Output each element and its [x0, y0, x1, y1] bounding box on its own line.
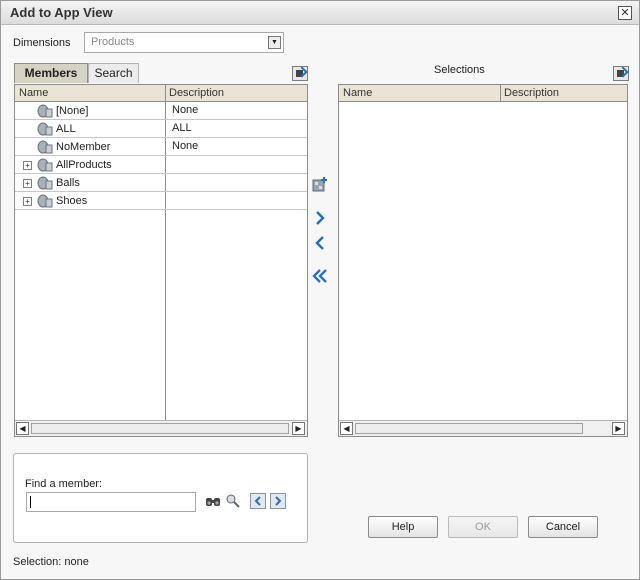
member-icon	[37, 194, 53, 208]
tab-search[interactable]: Search	[88, 63, 139, 83]
selections-horizontal-scrollbar[interactable]: ◀ ▶	[339, 420, 627, 436]
title-bar[interactable]: Add to App View ✕	[1, 1, 639, 25]
column-header-name[interactable]: Name	[15, 85, 165, 101]
member-icon	[37, 176, 53, 190]
table-row[interactable]: + Balls	[15, 174, 307, 192]
tab-members[interactable]: Members	[14, 63, 88, 83]
next-icon[interactable]	[270, 493, 286, 509]
chevron-down-icon[interactable]: ▼	[268, 36, 281, 49]
column-header-description[interactable]: Description	[165, 85, 307, 101]
table-row[interactable]: NoMember None	[15, 138, 307, 156]
cancel-button[interactable]: Cancel	[528, 516, 598, 538]
scroll-thumb[interactable]	[31, 423, 289, 434]
selections-title: Selections	[434, 64, 485, 76]
find-member-icon[interactable]	[225, 493, 241, 509]
expand-icon[interactable]: +	[23, 161, 32, 170]
expand-icon[interactable]: +	[23, 179, 32, 188]
scroll-right-icon[interactable]: ▶	[292, 422, 305, 435]
scroll-thumb[interactable]	[355, 423, 583, 434]
double-chevron-left-icon[interactable]	[312, 268, 328, 284]
find-member-label: Find a member:	[25, 478, 103, 490]
selections-grid: Name Description ◀ ▶	[338, 84, 628, 437]
member-name: NoMember	[56, 141, 111, 153]
table-row[interactable]: [None] None	[15, 102, 307, 120]
add-to-app-view-dialog: Add to App View ✕ Dimensions Products ▼ …	[0, 0, 640, 580]
members-grid: Name Description [None] None ALL ALL NoM…	[14, 84, 308, 437]
member-name: AllProducts	[56, 159, 112, 171]
export-icon[interactable]	[613, 66, 629, 81]
scroll-right-icon[interactable]: ▶	[612, 422, 625, 435]
selections-grid-header: Name Description	[339, 85, 627, 102]
scroll-left-icon[interactable]: ◀	[340, 422, 353, 435]
chevron-left-icon[interactable]	[312, 235, 328, 251]
ok-button[interactable]: OK	[448, 516, 518, 538]
close-icon[interactable]: ✕	[618, 6, 632, 20]
members-grid-header: Name Description	[15, 85, 307, 102]
member-description: None	[172, 140, 199, 152]
find-member-panel: Find a member:	[13, 453, 308, 543]
column-header-name[interactable]: Name	[339, 85, 500, 101]
add-special-icon[interactable]	[312, 176, 328, 192]
table-row[interactable]: ALL ALL	[15, 120, 307, 138]
dimensions-selected-value: Products	[91, 36, 135, 48]
member-icon	[37, 104, 53, 118]
table-row[interactable]: + Shoes	[15, 192, 307, 210]
column-divider	[500, 85, 501, 102]
member-icon	[37, 158, 53, 172]
help-button[interactable]: Help	[368, 516, 438, 538]
scroll-left-icon[interactable]: ◀	[16, 422, 29, 435]
export-icon[interactable]	[292, 66, 308, 81]
window-title: Add to App View	[10, 5, 113, 20]
member-name: ALL	[56, 123, 76, 135]
member-name: [None]	[56, 105, 89, 117]
dimensions-label: Dimensions	[13, 37, 71, 49]
find-member-input[interactable]	[26, 492, 196, 512]
members-horizontal-scrollbar[interactable]: ◀ ▶	[15, 420, 307, 436]
dimensions-select[interactable]: Products ▼	[84, 32, 284, 53]
member-name: Balls	[56, 177, 80, 189]
member-icon	[37, 140, 53, 154]
member-description: ALL	[172, 122, 192, 134]
column-header-description[interactable]: Description	[500, 85, 627, 101]
expand-icon[interactable]: +	[23, 197, 32, 206]
binoculars-icon[interactable]	[205, 493, 221, 509]
chevron-right-icon[interactable]	[312, 210, 328, 226]
previous-icon[interactable]	[250, 493, 266, 509]
member-description: None	[172, 104, 199, 116]
member-icon	[37, 122, 53, 136]
member-name: Shoes	[56, 195, 88, 207]
text-caret	[30, 496, 31, 508]
table-row[interactable]: + AllProducts	[15, 156, 307, 174]
selection-status: Selection: none	[13, 556, 89, 568]
